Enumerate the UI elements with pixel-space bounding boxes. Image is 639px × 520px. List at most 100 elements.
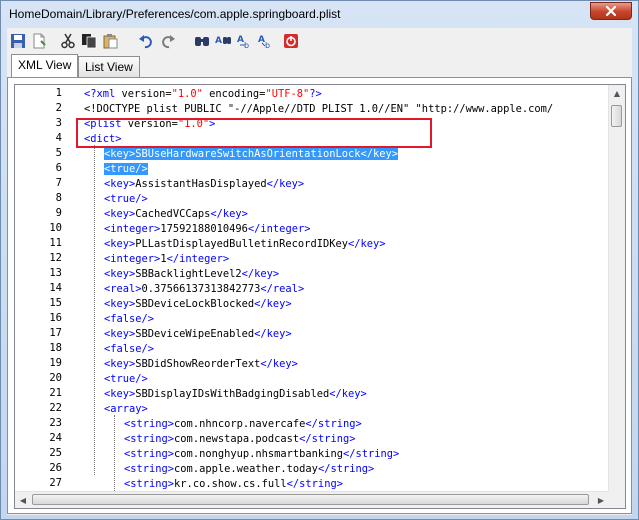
replace-button[interactable]: Ab	[257, 32, 275, 50]
paste-button[interactable]	[101, 32, 119, 50]
main-area: A Ab Ab XML View List View 1 2 3 4 5 6 7 8 9 10 11…	[7, 28, 632, 515]
line-number: 4	[55, 132, 62, 144]
code-token: </string>	[305, 418, 362, 430]
code-line[interactable]: <integer>1</integer>	[104, 252, 229, 267]
code-line[interactable]: <integer>17592188010496</integer>	[104, 222, 310, 237]
line-number: 23	[49, 417, 62, 429]
code-token: <false/>	[104, 313, 155, 325]
code-token: <key>	[104, 238, 136, 250]
code-token: </key>	[329, 388, 367, 400]
stop-icon	[284, 34, 298, 48]
code-line[interactable]: <string>kr.co.show.cs.full</string>	[124, 477, 343, 492]
code-line[interactable]: <true/>	[104, 192, 148, 207]
code-line-selected[interactable]: <key>SBUseHardwareSwitchAsOrientationLoc…	[104, 147, 399, 162]
code-area[interactable]: <?xml version="1.0" encoding="UTF-8"?> <!…	[70, 85, 610, 508]
scroll-right-arrow-icon[interactable]: ▶	[593, 492, 609, 508]
cut-button[interactable]	[59, 32, 77, 50]
code-line[interactable]: <string>com.nhncorp.navercafe</string>	[124, 417, 362, 432]
close-button[interactable]	[590, 2, 632, 20]
code-token: <string>	[124, 418, 175, 430]
code-line[interactable]: <key>CachedVCCaps</key>	[104, 207, 248, 222]
scroll-up-arrow-icon[interactable]: ▲	[609, 85, 625, 101]
redo-button[interactable]	[159, 32, 177, 50]
code-token: kr.co.show.cs.full	[174, 478, 287, 490]
line-number: 26	[49, 462, 62, 474]
code-token: ?>	[309, 88, 322, 100]
line-number: 7	[55, 177, 62, 189]
code-token: <true/>	[104, 163, 148, 175]
code-token: <true/>	[104, 193, 148, 205]
code-token: "UTF-8"	[265, 88, 310, 100]
code-line[interactable]: <key>SBDidShowReorderText</key>	[104, 357, 298, 372]
find-button[interactable]	[193, 32, 211, 50]
code-line-selected[interactable]: <true/>	[104, 162, 148, 177]
code-token: <?xml	[84, 88, 122, 100]
code-line[interactable]: <string>com.newstapa.podcast</string>	[124, 432, 355, 447]
vertical-scroll-thumb[interactable]	[611, 105, 622, 127]
code-token: com.newstapa.podcast	[174, 433, 300, 445]
code-token: <string>	[124, 478, 175, 490]
svg-text:A: A	[215, 36, 222, 46]
code-line[interactable]: <key>SBDeviceWipeEnabled</key>	[104, 327, 292, 342]
code-line[interactable]: <key>AssistantHasDisplayed</key>	[104, 177, 304, 192]
vertical-scrollbar[interactable]: ▲	[608, 85, 625, 493]
line-number: 27	[49, 477, 62, 489]
code-token: com.nhncorp.navercafe	[174, 418, 306, 430]
code-line[interactable]: <real>0.37566137313842773</real>	[104, 282, 304, 297]
undo-button[interactable]	[137, 32, 155, 50]
code-token: <false/>	[104, 343, 155, 355]
code-line[interactable]: <false/>	[104, 312, 154, 327]
copy-icon	[82, 34, 97, 49]
line-number: 14	[49, 282, 62, 294]
line-number: 13	[49, 267, 62, 279]
svg-text:b: b	[265, 41, 270, 49]
code-token: <key>SBUseHardwareSwitchAsOrientationLoc…	[104, 148, 399, 160]
find-replace-button[interactable]: A	[214, 32, 232, 50]
code-token: 17592188010496	[160, 223, 248, 235]
code-line[interactable]: <string>com.nonghyup.nhsmartbanking</str…	[124, 447, 399, 462]
code-token: <key>	[104, 388, 136, 400]
code-line[interactable]: <true/>	[104, 372, 148, 387]
stop-button[interactable]	[282, 32, 300, 50]
code-token: com.apple.weather.today	[174, 463, 318, 475]
copy-button[interactable]	[80, 32, 98, 50]
undo-icon	[139, 35, 152, 49]
horizontal-scrollbar[interactable]: ◀ ▶	[15, 491, 609, 508]
code-token: </key>	[266, 178, 305, 190]
code-line[interactable]: <key>SBDeviceLockBlocked</key>	[104, 297, 292, 312]
scrollbar-corner	[608, 491, 625, 508]
horizontal-scroll-thumb[interactable]	[32, 494, 589, 505]
code-token: version=	[121, 88, 172, 100]
code-line[interactable]: <key>SBBacklightLevel2</key>	[104, 267, 279, 282]
code-token: </key>	[260, 358, 298, 370]
code-token: <key>	[104, 328, 136, 340]
line-number: 9	[55, 207, 62, 219]
code-token: <key>	[104, 208, 136, 220]
code-token: AssistantHasDisplayed	[135, 178, 267, 190]
title-bar[interactable]: HomeDomain/Library/Preferences/com.apple…	[1, 1, 638, 29]
scroll-left-arrow-icon[interactable]: ◀	[15, 492, 31, 508]
code-line[interactable]: <key>SBDisplayIDsWithBadgingDisabled</ke…	[104, 387, 367, 402]
code-line[interactable]: <?xml version="1.0" encoding="UTF-8"?>	[84, 87, 322, 102]
redo-icon	[162, 35, 175, 49]
find-next-button[interactable]: Ab	[236, 32, 254, 50]
new-button[interactable]	[30, 32, 48, 50]
paste-icon	[103, 34, 118, 49]
code-token: <key>	[104, 358, 136, 370]
highlight-annotation-box	[76, 118, 432, 148]
save-button[interactable]	[9, 32, 27, 50]
code-line[interactable]: <key>PLLastDisplayedBulletinRecordIDKey<…	[104, 237, 386, 252]
svg-text:A: A	[258, 35, 265, 45]
code-token: SBDisplayIDsWithBadgingDisabled	[135, 388, 330, 400]
code-line[interactable]: <!DOCTYPE plist PUBLIC "-//Apple//DTD PL…	[84, 102, 553, 117]
line-number: 24	[49, 432, 62, 444]
tab-list-view[interactable]: List View	[78, 56, 140, 77]
code-line[interactable]: <array>	[104, 402, 148, 417]
save-icon	[11, 34, 25, 48]
code-token: "1.0"	[171, 88, 203, 100]
code-line[interactable]: <string>com.apple.weather.today</string>	[124, 462, 374, 477]
code-token: SBDeviceLockBlocked	[135, 298, 255, 310]
svg-text:A: A	[237, 35, 244, 45]
tab-xml-view[interactable]: XML View	[11, 54, 79, 77]
code-line[interactable]: <false/>	[104, 342, 154, 357]
